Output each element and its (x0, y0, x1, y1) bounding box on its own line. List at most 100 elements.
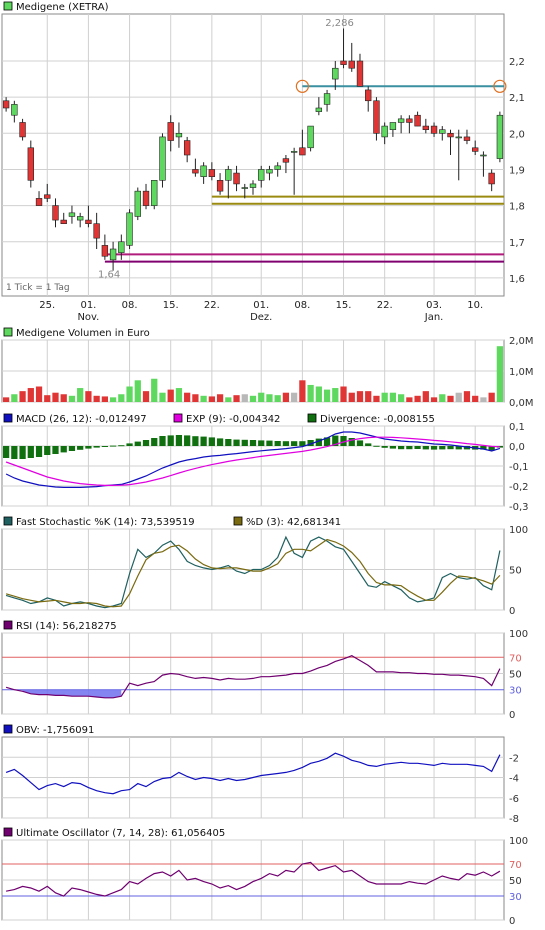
legend-entry: MACD (26, 12): -0,012497 (16, 414, 147, 425)
divergence-bar (258, 440, 265, 446)
stock-chart: 1,6 1,7 1,8 1,9 2,0 2,1 2,2 Medigene (XETRA) 1 T… (1, 1, 534, 927)
divergence-bar (175, 435, 183, 446)
divergence-bar (389, 446, 397, 449)
volume-bar (496, 346, 504, 402)
candle-body (19, 122, 26, 138)
candle-body (200, 165, 207, 177)
divergence-bar (159, 436, 166, 446)
volume-bar (93, 395, 100, 402)
candle-body (241, 187, 248, 189)
volume-bar (216, 394, 224, 402)
obv-ytick-label: -8 (509, 814, 519, 825)
ultimate-reference-label: 70 (509, 860, 522, 871)
candle-body (274, 165, 281, 170)
divergence-bar (299, 441, 306, 446)
legend-swatch (173, 413, 183, 423)
volume-ytick-label: 1,0M (509, 367, 534, 378)
candle-body (11, 104, 18, 116)
volume-bar (389, 392, 397, 402)
candle-body (348, 60, 355, 69)
volume-bar (167, 389, 174, 402)
price-extreme-label: 1,64 (98, 269, 120, 280)
volume-bar (159, 392, 166, 402)
rsi-ytick-label: 100 (509, 629, 528, 640)
volume-bar (142, 391, 150, 402)
volume-bar (118, 394, 125, 402)
obv-ytick-label: -6 (509, 794, 519, 805)
divergence-bar (101, 446, 108, 447)
rsi-reference-label: 30 (509, 686, 522, 697)
divergence-bar (142, 440, 150, 446)
candle-body (27, 147, 34, 181)
macd-ytick-label: -0,1 (509, 462, 529, 473)
volume-bar (323, 389, 331, 402)
candle-body (365, 89, 372, 102)
candle-body (414, 114, 421, 127)
candle-body (151, 180, 158, 206)
candle-body (208, 169, 216, 177)
volume-bar (249, 395, 257, 402)
divergence-bar (249, 440, 257, 446)
macd-ytick-label: -0,3 (509, 502, 529, 513)
candle-body (233, 172, 240, 185)
divergence-bar (225, 439, 232, 446)
candle-body (430, 125, 438, 134)
volume-bar (192, 394, 199, 402)
divergence-bar (373, 445, 380, 447)
volume-bar (241, 394, 248, 402)
divergence-bar (126, 443, 133, 446)
legend-entry: Divergence: -0,008155 (320, 414, 435, 425)
candle-body (455, 136, 462, 139)
volume-bar (266, 394, 273, 402)
divergence-bar (398, 446, 405, 450)
ultimate-ytick-label: 100 (509, 836, 528, 847)
x-tick-month: Nov. (77, 312, 99, 323)
candle-body (159, 136, 166, 181)
candle-body (323, 93, 331, 105)
volume-bar (208, 396, 215, 402)
divergence-bar (52, 446, 59, 454)
volume-bar (340, 386, 347, 402)
divergence-bar (241, 439, 248, 446)
divergence-bar (2, 446, 10, 458)
divergence-bar (134, 441, 141, 446)
ultimate-ytick-label: 0 (509, 916, 515, 927)
divergence-bar (118, 445, 125, 447)
volume-bar (233, 395, 240, 402)
divergence-bar (208, 437, 215, 446)
volume-bar (406, 397, 413, 402)
obv-ytick-label: -2 (509, 753, 519, 764)
candle-body (406, 118, 413, 123)
volume-bar (463, 391, 471, 402)
price-ytick-label: 2,2 (509, 57, 525, 68)
divergence-bar (291, 441, 298, 446)
volume-ytick-label: 0,0M (509, 398, 534, 409)
candle-body (381, 125, 388, 138)
candle-body (480, 154, 487, 157)
ultimate-ytick-label: 50 (509, 876, 522, 887)
volume-bar (225, 397, 232, 402)
volume-bar (44, 395, 51, 402)
legend-entry: Fast Stochastic %K (14): 73,539519 (16, 517, 195, 528)
volume-bar (52, 392, 59, 402)
x-tick-label: 01. (253, 300, 269, 311)
divergence-bar (233, 439, 240, 446)
legend-entry: EXP (9): -0,004342 (186, 414, 280, 425)
volume-bar (455, 392, 462, 402)
candle-body (340, 60, 347, 65)
candle-body (60, 219, 67, 224)
legend-swatch (3, 724, 13, 734)
volume-bar (2, 397, 10, 402)
divergence-bar (68, 446, 76, 451)
stochastic-ytick-label: 100 (509, 525, 528, 536)
volume-bar (480, 397, 487, 402)
candle-body (397, 118, 405, 123)
x-tick-label: 08. (122, 300, 138, 311)
divergence-bar (60, 446, 67, 453)
legend-swatch (3, 327, 13, 337)
candle-body (167, 122, 174, 141)
candle-body (266, 169, 273, 174)
volume-ytick-label: 2,0M (509, 336, 534, 347)
volume-bar (398, 394, 405, 402)
divergence-bar (93, 446, 100, 448)
